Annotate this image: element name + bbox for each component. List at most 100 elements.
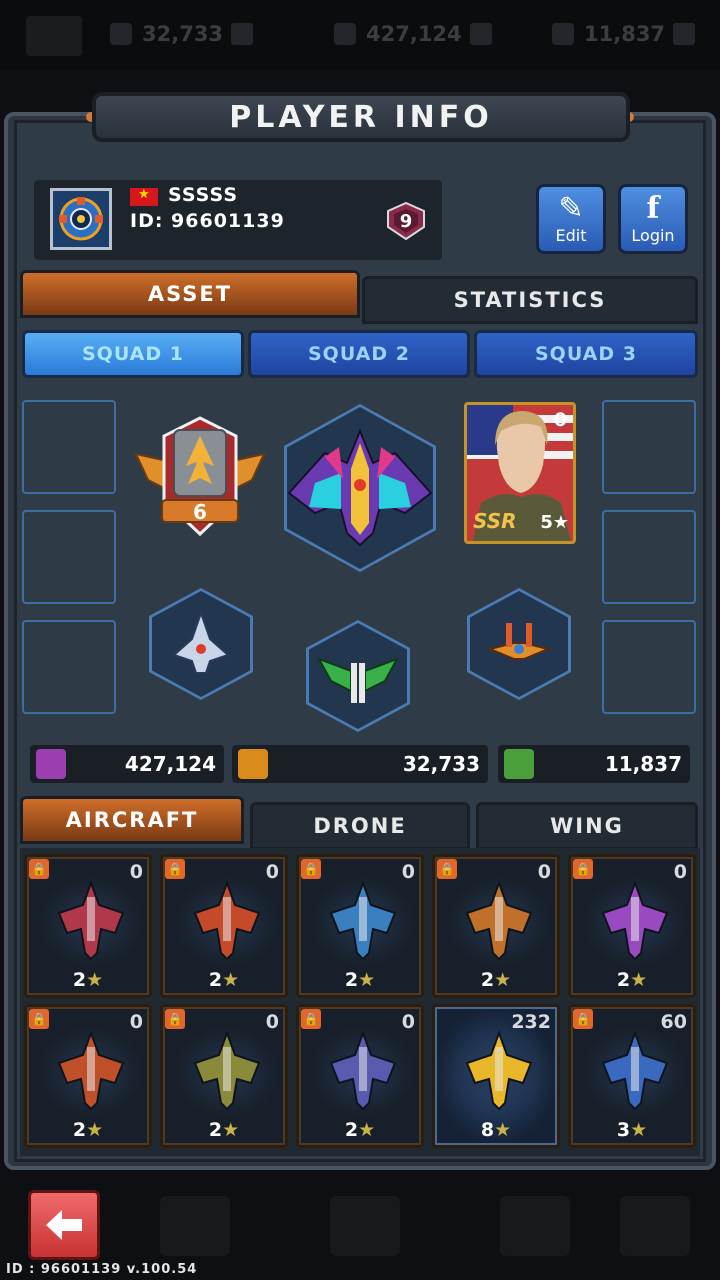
empty-slot[interactable] bbox=[602, 400, 696, 494]
aircraft-icon bbox=[601, 880, 669, 961]
lock-icon: 🔒 bbox=[573, 1009, 593, 1029]
resource-green-parts: 11,837 bbox=[498, 745, 690, 783]
aircraft-icon bbox=[329, 1030, 397, 1111]
aircraft-icon bbox=[465, 880, 533, 961]
avatar-emblem-icon bbox=[59, 197, 103, 241]
lock-icon: 🔒 bbox=[301, 859, 321, 879]
pilot-rank-value: 6 bbox=[193, 500, 207, 524]
pilot-rank-badge[interactable]: 6 bbox=[128, 416, 272, 540]
nav-event-icon bbox=[620, 1196, 690, 1256]
aircraft-card[interactable]: 🔒 0 2★ bbox=[24, 854, 152, 998]
aircraft-icon bbox=[193, 880, 261, 961]
empty-slot[interactable] bbox=[602, 620, 696, 714]
star-count: 2 bbox=[72, 1119, 87, 1141]
aircraft-card[interactable]: 🔒 60 3★ bbox=[568, 1004, 696, 1148]
nav-hangar-icon bbox=[160, 1196, 230, 1256]
nav-play-icon bbox=[330, 1196, 400, 1256]
aircraft-stars: 2★ bbox=[27, 1119, 149, 1141]
tab-squad-1[interactable]: SQUAD 1 bbox=[22, 330, 244, 378]
star-count: 2 bbox=[72, 969, 87, 991]
pilot-rarity-label: SSR bbox=[473, 509, 517, 533]
aircraft-count: 60 bbox=[660, 1011, 687, 1033]
empty-slot[interactable] bbox=[22, 400, 116, 494]
tab-squad-3[interactable]: SQUAD 3 bbox=[474, 330, 698, 378]
star-count: 8 bbox=[480, 1119, 495, 1141]
aircraft-count: 0 bbox=[129, 861, 143, 883]
star-icon: ★ bbox=[358, 969, 376, 991]
tab-statistics[interactable]: STATISTICS bbox=[362, 276, 698, 324]
aircraft-count: 0 bbox=[401, 1011, 415, 1033]
rank-level: 9 bbox=[399, 210, 413, 232]
aircraft-icon bbox=[329, 880, 397, 961]
aircraft-stars: 2★ bbox=[299, 969, 421, 991]
tab-asset[interactable]: ASSET bbox=[20, 270, 360, 318]
lock-icon: 🔒 bbox=[165, 1009, 185, 1029]
empty-slot[interactable] bbox=[602, 510, 696, 604]
aircraft-card[interactable]: 🔒 0 2★ bbox=[296, 1004, 424, 1148]
aircraft-count: 232 bbox=[511, 1011, 551, 1033]
gold-parts-icon bbox=[238, 749, 268, 779]
main-aircraft-icon bbox=[287, 428, 433, 547]
star-count: 2 bbox=[344, 969, 359, 991]
menu-icon bbox=[26, 16, 82, 56]
rank-emblem[interactable]: 9 bbox=[384, 201, 428, 241]
aircraft-card[interactable]: 🔒 0 2★ bbox=[160, 854, 288, 998]
lock-icon: 🔒 bbox=[29, 859, 49, 879]
nav-shop-icon bbox=[500, 1196, 570, 1256]
aircraft-card[interactable]: 🔒 0 2★ bbox=[24, 1004, 152, 1148]
aircraft-count: 0 bbox=[265, 861, 279, 883]
aircraft-card[interactable]: 🔒 0 2★ bbox=[296, 854, 424, 998]
aircraft-icon bbox=[57, 1030, 125, 1111]
lock-icon: 🔒 bbox=[437, 859, 457, 879]
tab-wing[interactable]: WING bbox=[476, 802, 698, 850]
aircraft-card[interactable]: 🔒 0 2★ bbox=[432, 854, 560, 998]
aircraft-stars: 2★ bbox=[163, 1119, 285, 1141]
aircraft-stars: 2★ bbox=[299, 1119, 421, 1141]
aircraft-stars: 3★ bbox=[571, 1119, 693, 1141]
lock-icon: 🔒 bbox=[29, 1009, 49, 1029]
star-icon: ★ bbox=[86, 1119, 104, 1141]
energy-icon bbox=[552, 23, 574, 45]
star-count: 2 bbox=[208, 969, 223, 991]
top-resource-bar: 32,733 427,124 11,837 bbox=[0, 0, 720, 70]
avatar[interactable] bbox=[50, 188, 112, 250]
hud-gems: 427,124 bbox=[334, 20, 492, 48]
facebook-login-button[interactable]: f Login bbox=[618, 184, 688, 254]
player-name: SSSSS bbox=[168, 184, 239, 206]
star-count: 2 bbox=[208, 1119, 223, 1141]
empty-slot[interactable] bbox=[22, 620, 116, 714]
aircraft-icon bbox=[465, 1030, 533, 1111]
empty-slot[interactable] bbox=[22, 510, 116, 604]
star-icon: ★ bbox=[494, 969, 512, 991]
pilot-stars: 5★ bbox=[540, 512, 569, 533]
tab-aircraft[interactable]: AIRCRAFT bbox=[20, 796, 244, 844]
profile-card: SSSSS ID: 96601139 9 bbox=[34, 180, 442, 260]
aircraft-card[interactable]: 🔒 0 2★ bbox=[160, 1004, 288, 1148]
aircraft-card[interactable]: 🔒 0 2★ bbox=[568, 854, 696, 998]
hud-gold: 32,733 bbox=[110, 20, 254, 48]
star-icon: ★ bbox=[222, 1119, 240, 1141]
arrow-left-icon bbox=[46, 1210, 82, 1240]
aircraft-stars: 2★ bbox=[571, 969, 693, 991]
pilot-card-count: 0 bbox=[553, 409, 567, 431]
star-count: 3 bbox=[616, 1119, 631, 1141]
country-flag-icon bbox=[130, 187, 158, 206]
pencil-icon: ✎ bbox=[558, 191, 584, 226]
star-count: 2 bbox=[480, 969, 495, 991]
tab-squad-2[interactable]: SQUAD 2 bbox=[248, 330, 470, 378]
aircraft-icon bbox=[601, 1030, 669, 1111]
aircraft-count: 0 bbox=[265, 1011, 279, 1033]
aircraft-card[interactable]: 232 8★ bbox=[432, 1004, 560, 1148]
pilot-card[interactable]: 0 SSR 5★ bbox=[464, 402, 576, 544]
gem-crate-icon bbox=[36, 749, 66, 779]
wing-icon bbox=[316, 657, 400, 703]
back-button[interactable] bbox=[28, 1190, 100, 1260]
gold-icon bbox=[110, 23, 132, 45]
aircraft-stars: 2★ bbox=[163, 969, 285, 991]
edit-button[interactable]: ✎ Edit bbox=[536, 184, 606, 254]
aircraft-count: 0 bbox=[401, 861, 415, 883]
resource-gems: 427,124 bbox=[30, 745, 224, 783]
tab-drone[interactable]: DRONE bbox=[250, 802, 470, 850]
aircraft-stars: 2★ bbox=[435, 969, 557, 991]
aircraft-stars: 8★ bbox=[435, 1119, 557, 1141]
